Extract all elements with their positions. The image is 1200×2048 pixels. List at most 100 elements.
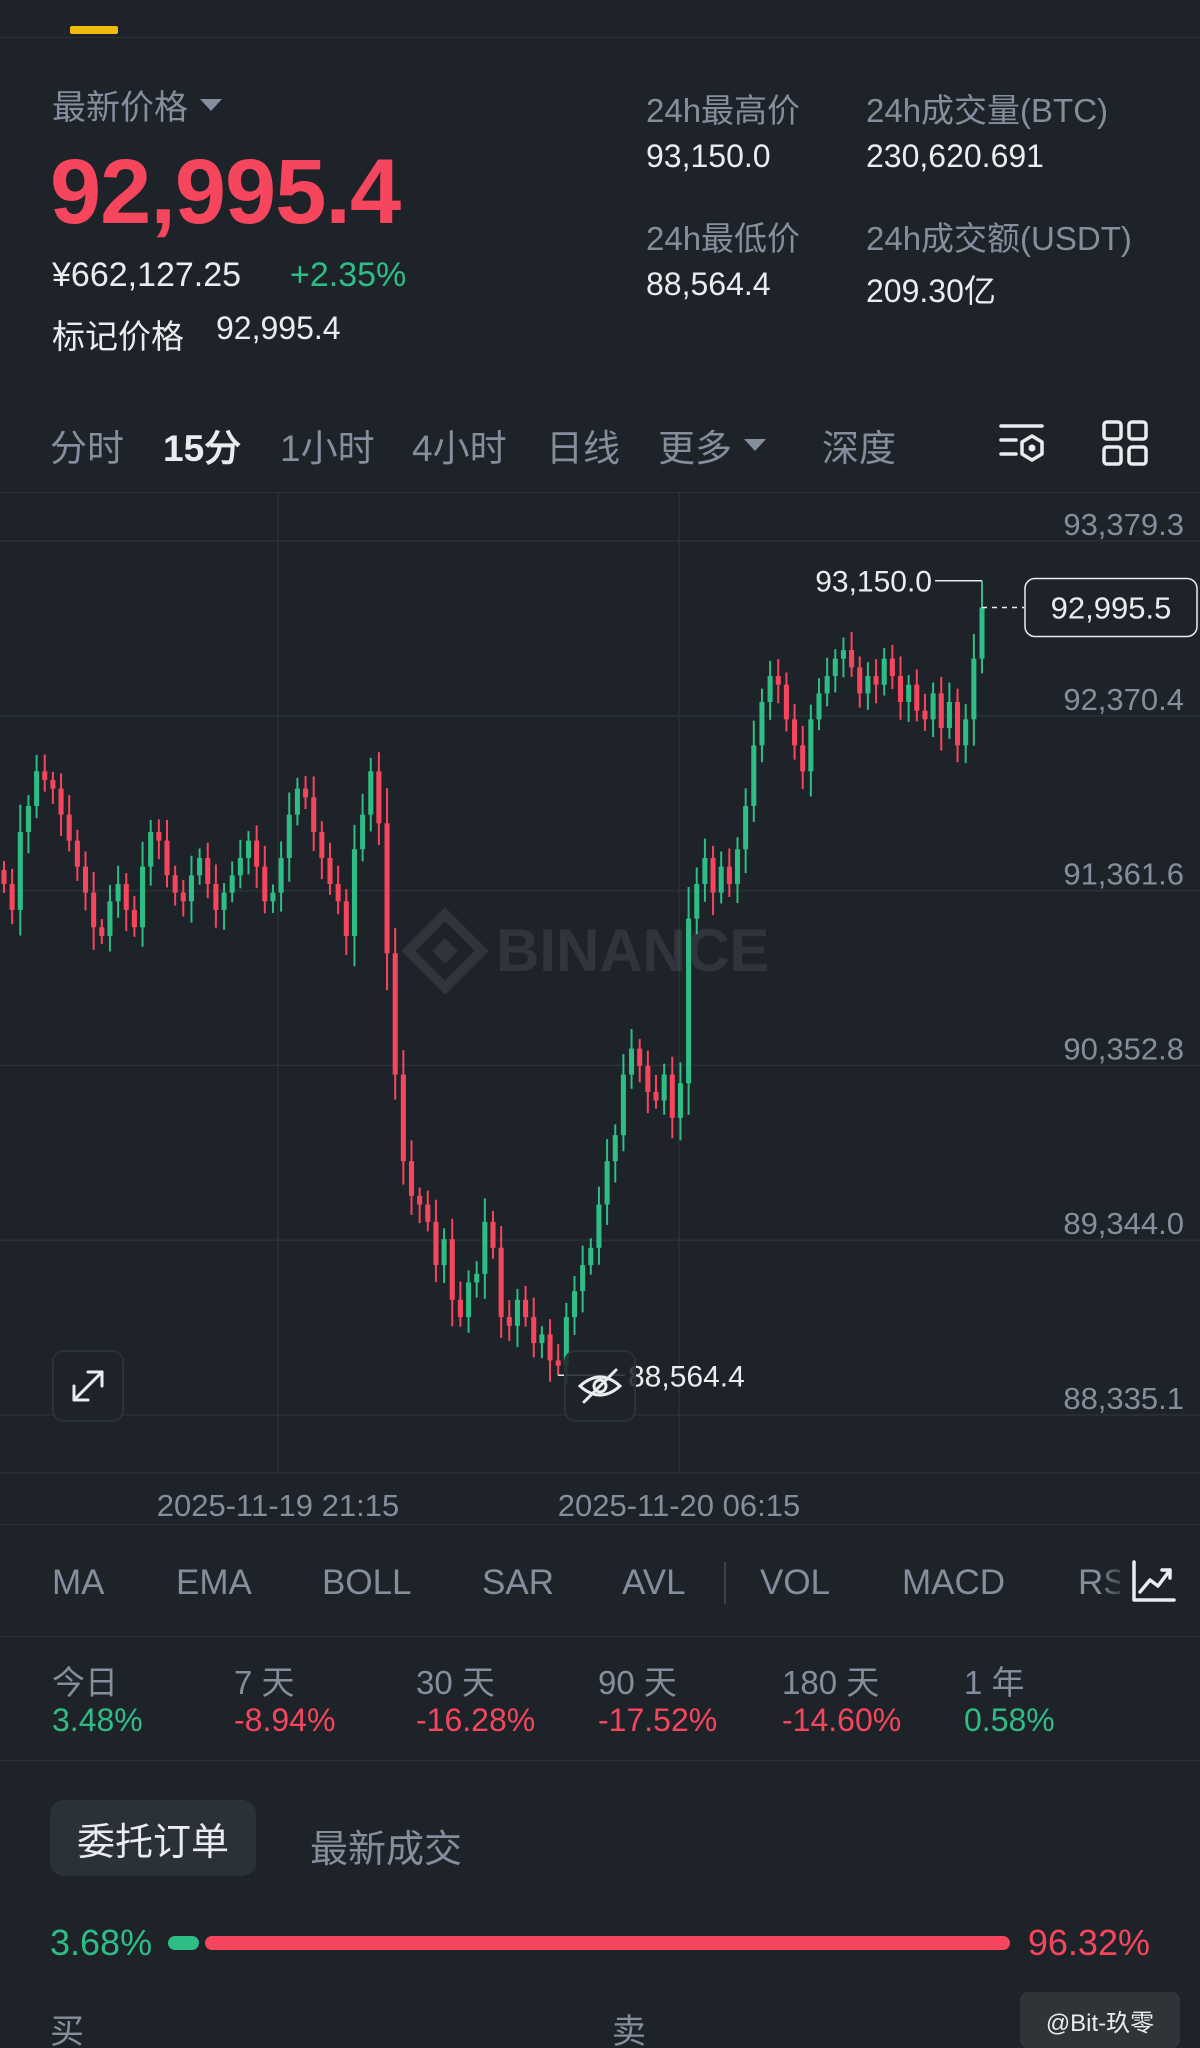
candle-body: [360, 814, 366, 850]
indicator-macd[interactable]: MACD: [902, 1563, 1005, 1603]
cny-price: ¥662,127.25: [52, 256, 242, 294]
perf-label-today: 今日: [52, 1664, 118, 1701]
candle-body: [156, 831, 162, 841]
indicator-chart-icon[interactable]: [1130, 1558, 1176, 1604]
indicator-sar[interactable]: SAR: [482, 1563, 554, 1603]
buy-ratio-fill: [168, 1936, 199, 1950]
candle-body: [34, 771, 40, 806]
candle-body: [482, 1221, 488, 1274]
candle-body: [188, 875, 194, 902]
tab-4h[interactable]: 4小时: [412, 418, 507, 472]
tab-open-orders[interactable]: 委托订单: [50, 1800, 256, 1876]
candle-body: [963, 719, 969, 746]
perf-label-7d: 7 天: [234, 1664, 295, 1701]
candle-body: [278, 857, 284, 893]
candle-body: [718, 866, 724, 893]
candle-body: [743, 805, 749, 850]
candle-body: [686, 918, 692, 1084]
candle-body: [604, 1161, 610, 1205]
tab-depth[interactable]: 深度: [822, 418, 896, 472]
candle-body: [596, 1204, 602, 1248]
tab-timeline[interactable]: 分时: [50, 418, 124, 472]
caret-down-icon: [200, 98, 222, 111]
hide-markers-button[interactable]: [564, 1350, 636, 1422]
indicator-avl[interactable]: AVL: [622, 1563, 686, 1603]
candle-body: [254, 840, 260, 867]
tab-daily[interactable]: 日线: [546, 418, 620, 472]
candle-body: [734, 849, 741, 884]
change-percent: +2.35%: [290, 256, 407, 294]
volume-usdt-label: 24h成交额(USDT): [866, 220, 1132, 257]
candle-body: [620, 1074, 626, 1136]
chart-settings-icon[interactable]: [998, 418, 1048, 468]
candle-body: [433, 1221, 439, 1266]
candle-body: [971, 658, 977, 720]
candle-body: [123, 883, 129, 910]
candle-body: [213, 883, 219, 910]
volume-btc-label: 24h成交量(BTC): [866, 92, 1109, 129]
tab-1h[interactable]: 1小时: [280, 418, 375, 472]
candle-body: [148, 831, 154, 867]
candle-body: [327, 857, 333, 884]
candle-body: [392, 953, 398, 1075]
last-price-tag-label: 92,995.5: [1051, 591, 1172, 626]
candle-body: [408, 1161, 415, 1196]
candle-body: [245, 840, 252, 858]
candle-body: [914, 684, 920, 711]
candle-body: [637, 1048, 643, 1066]
candle-body: [938, 693, 944, 729]
candle-body: [792, 719, 798, 746]
candle-body: [490, 1221, 496, 1248]
candle-body: [107, 901, 113, 936]
candle-body: [979, 607, 985, 659]
perf-label-30d: 30 天: [416, 1664, 495, 1701]
candle-body: [466, 1282, 472, 1318]
high-label: 24h最高价: [646, 92, 801, 129]
candle-body: [376, 771, 382, 824]
perf-label-90d: 90 天: [598, 1664, 677, 1701]
candle-body: [311, 797, 317, 832]
y-axis: 93,379.3 92,370.4 91,361.6 90,352.8 89,344.0…: [1063, 507, 1184, 1416]
candle-body: [25, 805, 31, 832]
candle-body: [131, 909, 137, 928]
low-value: 88,564.4: [646, 266, 771, 302]
candle-body: [66, 814, 72, 841]
perf-value-1y: 0.58%: [964, 1702, 1055, 1738]
watermark-text: BINANCE: [496, 917, 769, 984]
indicator-ma[interactable]: MA: [52, 1563, 105, 1603]
candle-body: [726, 866, 732, 884]
candle-body: [270, 892, 276, 902]
tab-15m[interactable]: 15分: [163, 418, 241, 472]
indicator-ema[interactable]: EMA: [176, 1563, 252, 1603]
fullscreen-button[interactable]: [52, 1350, 124, 1422]
buy-sell-ratio-bar: [168, 1936, 1010, 1950]
divider: [0, 1760, 1200, 1761]
low-marker-label: 88,564.4: [628, 1360, 745, 1393]
expand-icon: [72, 1370, 104, 1402]
candle-body: [702, 857, 708, 884]
more-label: 更多: [658, 428, 732, 469]
candle-body: [922, 710, 928, 720]
tab-more[interactable]: 更多: [658, 418, 766, 472]
x-tick-label: 2025-11-20 06:15: [558, 1488, 800, 1523]
candle-body: [840, 650, 846, 659]
candle-body: [906, 684, 912, 703]
candle-body: [50, 779, 56, 789]
x-axis: 2025-11-19 21:15 2025-11-20 06:15: [157, 1488, 800, 1523]
latest-price-selector[interactable]: 最新价格: [52, 80, 222, 129]
candle-body: [197, 857, 203, 876]
tab-recent-trades[interactable]: 最新成交: [310, 1818, 462, 1873]
y-tick-label: 93,379.3: [1063, 507, 1184, 542]
candle-body: [539, 1334, 545, 1344]
candle-body: [417, 1195, 423, 1205]
candle-body: [661, 1074, 667, 1101]
layout-grid-icon[interactable]: [1100, 418, 1150, 468]
candle-body: [441, 1239, 447, 1266]
candle-body: [588, 1247, 594, 1266]
binance-watermark: BINANCE: [401, 907, 769, 995]
candle-body: [710, 857, 716, 893]
volume-btc-value: 230,620.691: [866, 138, 1044, 174]
indicator-vol[interactable]: VOL: [760, 1563, 830, 1603]
candle-body: [645, 1065, 651, 1092]
indicator-boll[interactable]: BOLL: [322, 1563, 412, 1603]
